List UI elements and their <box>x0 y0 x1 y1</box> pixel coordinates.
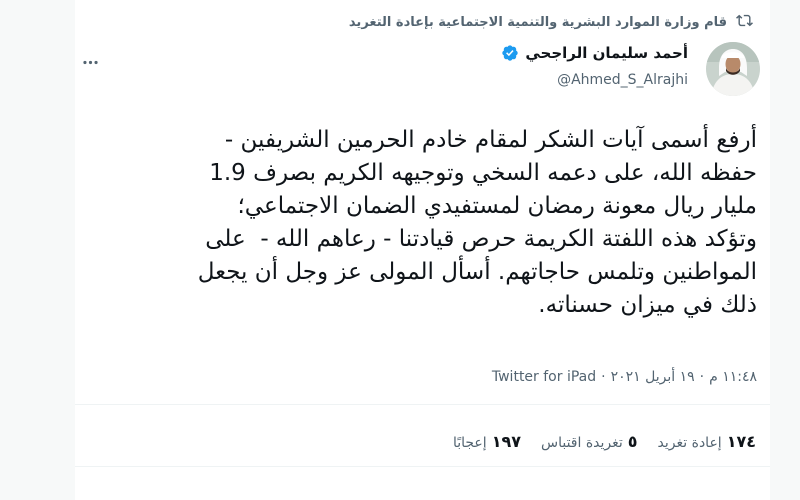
divider <box>75 404 770 405</box>
quotes-stat[interactable]: ٥ تغريدة اقتباس <box>541 432 638 451</box>
retweet-context[interactable]: قام وزارة الموارد البشرية والتنمية الاجت… <box>349 10 753 34</box>
likes-label: إعجابًا <box>452 435 487 451</box>
meta-separator: · <box>699 369 705 385</box>
retweets-label: إعادة تغريد <box>657 435 722 451</box>
author-name[interactable]: أحمد سليمان الراجحي <box>525 44 688 62</box>
verified-badge-icon <box>501 44 519 62</box>
likes-count: ١٩٧ <box>491 432 521 451</box>
author-handle[interactable]: @Ahmed_S_Alrajhi <box>557 72 688 88</box>
tweet-source[interactable]: Twitter for iPad <box>492 369 596 385</box>
retweet-text: قام وزارة الموارد البشرية والتنمية الاجت… <box>348 14 727 30</box>
more-dots-icon <box>82 60 98 64</box>
tweet-stats: ١٧٤ إعادة تغريد ٥ تغريدة اقتباس ١٩٧ إعجا… <box>453 432 756 451</box>
retweet-icon <box>736 12 753 33</box>
tweet-time[interactable]: ١١:٤٨ م <box>709 369 757 385</box>
quotes-label: تغريدة اقتباس <box>540 435 623 451</box>
likes-stat[interactable]: ١٩٧ إعجابًا <box>453 432 521 451</box>
retweets-stat[interactable]: ١٧٤ إعادة تغريد <box>658 432 756 451</box>
tweet-meta: ١١:٤٨ م · ١٩ أبريل ٢٠٢١ · Twitter for iP… <box>492 369 757 385</box>
meta-separator: · <box>601 369 606 385</box>
more-options-button[interactable] <box>78 50 102 74</box>
tweet-date[interactable]: ١٩ أبريل ٢٠٢١ <box>611 369 695 385</box>
tweet-card: قام وزارة الموارد البشرية والتنمية الاجت… <box>75 0 770 500</box>
avatar[interactable] <box>706 42 760 96</box>
quotes-count: ٥ <box>627 432 638 451</box>
author-row: أحمد سليمان الراجحي <box>501 44 688 62</box>
divider <box>75 466 770 467</box>
retweets-count: ١٧٤ <box>726 432 756 451</box>
tweet-text: أرفع أسمى آيات الشكر لمقام خادم الحرمين … <box>197 127 757 318</box>
